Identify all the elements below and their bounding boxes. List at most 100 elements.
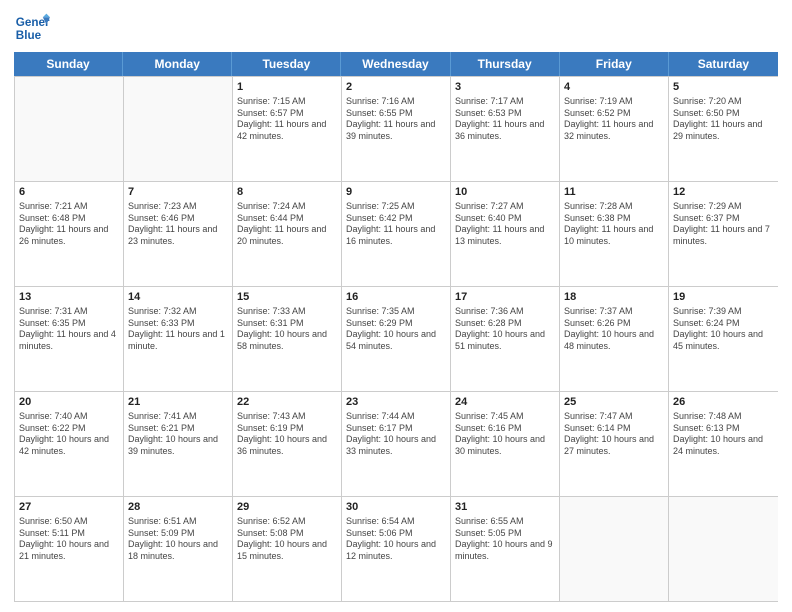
calendar-cell: 15Sunrise: 7:33 AM Sunset: 6:31 PM Dayli… bbox=[233, 287, 342, 391]
day-number: 7 bbox=[128, 185, 228, 200]
day-number: 14 bbox=[128, 290, 228, 305]
cell-info: Sunrise: 7:16 AM Sunset: 6:55 PM Dayligh… bbox=[346, 96, 446, 143]
calendar-cell: 26Sunrise: 7:48 AM Sunset: 6:13 PM Dayli… bbox=[669, 392, 778, 496]
cell-info: Sunrise: 7:32 AM Sunset: 6:33 PM Dayligh… bbox=[128, 306, 228, 353]
calendar-row-3: 20Sunrise: 7:40 AM Sunset: 6:22 PM Dayli… bbox=[15, 391, 778, 496]
cell-info: Sunrise: 7:19 AM Sunset: 6:52 PM Dayligh… bbox=[564, 96, 664, 143]
cell-info: Sunrise: 7:33 AM Sunset: 6:31 PM Dayligh… bbox=[237, 306, 337, 353]
calendar-cell: 21Sunrise: 7:41 AM Sunset: 6:21 PM Dayli… bbox=[124, 392, 233, 496]
cell-info: Sunrise: 6:51 AM Sunset: 5:09 PM Dayligh… bbox=[128, 516, 228, 563]
day-number: 18 bbox=[564, 290, 664, 305]
day-number: 24 bbox=[455, 395, 555, 410]
calendar-cell: 4Sunrise: 7:19 AM Sunset: 6:52 PM Daylig… bbox=[560, 77, 669, 181]
cell-info: Sunrise: 7:28 AM Sunset: 6:38 PM Dayligh… bbox=[564, 201, 664, 248]
day-header-saturday: Saturday bbox=[669, 52, 778, 76]
cell-info: Sunrise: 7:27 AM Sunset: 6:40 PM Dayligh… bbox=[455, 201, 555, 248]
day-number: 17 bbox=[455, 290, 555, 305]
day-number: 30 bbox=[346, 500, 446, 515]
cell-info: Sunrise: 7:23 AM Sunset: 6:46 PM Dayligh… bbox=[128, 201, 228, 248]
day-number: 21 bbox=[128, 395, 228, 410]
calendar-cell: 30Sunrise: 6:54 AM Sunset: 5:06 PM Dayli… bbox=[342, 497, 451, 601]
day-number: 11 bbox=[564, 185, 664, 200]
logo-icon: General Blue bbox=[14, 10, 50, 46]
day-header-thursday: Thursday bbox=[451, 52, 560, 76]
day-number: 10 bbox=[455, 185, 555, 200]
cell-info: Sunrise: 7:44 AM Sunset: 6:17 PM Dayligh… bbox=[346, 411, 446, 458]
calendar-cell bbox=[669, 497, 778, 601]
calendar-cell: 14Sunrise: 7:32 AM Sunset: 6:33 PM Dayli… bbox=[124, 287, 233, 391]
calendar-row-1: 6Sunrise: 7:21 AM Sunset: 6:48 PM Daylig… bbox=[15, 181, 778, 286]
calendar-cell: 12Sunrise: 7:29 AM Sunset: 6:37 PM Dayli… bbox=[669, 182, 778, 286]
calendar-cell: 23Sunrise: 7:44 AM Sunset: 6:17 PM Dayli… bbox=[342, 392, 451, 496]
calendar-cell: 31Sunrise: 6:55 AM Sunset: 5:05 PM Dayli… bbox=[451, 497, 560, 601]
day-number: 19 bbox=[673, 290, 774, 305]
day-number: 27 bbox=[19, 500, 119, 515]
cell-info: Sunrise: 7:31 AM Sunset: 6:35 PM Dayligh… bbox=[19, 306, 119, 353]
cell-info: Sunrise: 7:20 AM Sunset: 6:50 PM Dayligh… bbox=[673, 96, 774, 143]
cell-info: Sunrise: 7:29 AM Sunset: 6:37 PM Dayligh… bbox=[673, 201, 774, 248]
header: General Blue bbox=[14, 10, 778, 46]
day-number: 20 bbox=[19, 395, 119, 410]
calendar-body: 1Sunrise: 7:15 AM Sunset: 6:57 PM Daylig… bbox=[14, 76, 778, 602]
cell-info: Sunrise: 7:24 AM Sunset: 6:44 PM Dayligh… bbox=[237, 201, 337, 248]
day-number: 1 bbox=[237, 80, 337, 95]
calendar-cell: 18Sunrise: 7:37 AM Sunset: 6:26 PM Dayli… bbox=[560, 287, 669, 391]
calendar-row-4: 27Sunrise: 6:50 AM Sunset: 5:11 PM Dayli… bbox=[15, 496, 778, 601]
calendar-cell: 10Sunrise: 7:27 AM Sunset: 6:40 PM Dayli… bbox=[451, 182, 560, 286]
day-header-wednesday: Wednesday bbox=[341, 52, 450, 76]
cell-info: Sunrise: 7:36 AM Sunset: 6:28 PM Dayligh… bbox=[455, 306, 555, 353]
calendar-cell: 2Sunrise: 7:16 AM Sunset: 6:55 PM Daylig… bbox=[342, 77, 451, 181]
cell-info: Sunrise: 7:40 AM Sunset: 6:22 PM Dayligh… bbox=[19, 411, 119, 458]
day-number: 13 bbox=[19, 290, 119, 305]
cell-info: Sunrise: 7:35 AM Sunset: 6:29 PM Dayligh… bbox=[346, 306, 446, 353]
day-number: 26 bbox=[673, 395, 774, 410]
day-number: 5 bbox=[673, 80, 774, 95]
calendar-row-2: 13Sunrise: 7:31 AM Sunset: 6:35 PM Dayli… bbox=[15, 286, 778, 391]
calendar-cell: 1Sunrise: 7:15 AM Sunset: 6:57 PM Daylig… bbox=[233, 77, 342, 181]
day-header-tuesday: Tuesday bbox=[232, 52, 341, 76]
calendar-cell: 3Sunrise: 7:17 AM Sunset: 6:53 PM Daylig… bbox=[451, 77, 560, 181]
svg-text:Blue: Blue bbox=[16, 29, 42, 42]
calendar-cell: 6Sunrise: 7:21 AM Sunset: 6:48 PM Daylig… bbox=[15, 182, 124, 286]
cell-info: Sunrise: 6:52 AM Sunset: 5:08 PM Dayligh… bbox=[237, 516, 337, 563]
day-number: 15 bbox=[237, 290, 337, 305]
cell-info: Sunrise: 7:25 AM Sunset: 6:42 PM Dayligh… bbox=[346, 201, 446, 248]
day-number: 23 bbox=[346, 395, 446, 410]
calendar-cell: 7Sunrise: 7:23 AM Sunset: 6:46 PM Daylig… bbox=[124, 182, 233, 286]
cell-info: Sunrise: 7:15 AM Sunset: 6:57 PM Dayligh… bbox=[237, 96, 337, 143]
cell-info: Sunrise: 7:41 AM Sunset: 6:21 PM Dayligh… bbox=[128, 411, 228, 458]
cell-info: Sunrise: 7:47 AM Sunset: 6:14 PM Dayligh… bbox=[564, 411, 664, 458]
calendar-cell bbox=[124, 77, 233, 181]
calendar-header: SundayMondayTuesdayWednesdayThursdayFrid… bbox=[14, 52, 778, 76]
calendar-cell: 29Sunrise: 6:52 AM Sunset: 5:08 PM Dayli… bbox=[233, 497, 342, 601]
day-number: 29 bbox=[237, 500, 337, 515]
cell-info: Sunrise: 7:37 AM Sunset: 6:26 PM Dayligh… bbox=[564, 306, 664, 353]
day-number: 3 bbox=[455, 80, 555, 95]
cell-info: Sunrise: 7:45 AM Sunset: 6:16 PM Dayligh… bbox=[455, 411, 555, 458]
day-number: 12 bbox=[673, 185, 774, 200]
day-number: 25 bbox=[564, 395, 664, 410]
calendar-cell: 11Sunrise: 7:28 AM Sunset: 6:38 PM Dayli… bbox=[560, 182, 669, 286]
day-number: 2 bbox=[346, 80, 446, 95]
cell-info: Sunrise: 7:39 AM Sunset: 6:24 PM Dayligh… bbox=[673, 306, 774, 353]
calendar-cell: 8Sunrise: 7:24 AM Sunset: 6:44 PM Daylig… bbox=[233, 182, 342, 286]
calendar-cell: 24Sunrise: 7:45 AM Sunset: 6:16 PM Dayli… bbox=[451, 392, 560, 496]
cell-info: Sunrise: 7:21 AM Sunset: 6:48 PM Dayligh… bbox=[19, 201, 119, 248]
day-header-sunday: Sunday bbox=[14, 52, 123, 76]
day-number: 8 bbox=[237, 185, 337, 200]
calendar-cell: 27Sunrise: 6:50 AM Sunset: 5:11 PM Dayli… bbox=[15, 497, 124, 601]
calendar-cell: 20Sunrise: 7:40 AM Sunset: 6:22 PM Dayli… bbox=[15, 392, 124, 496]
cell-info: Sunrise: 6:55 AM Sunset: 5:05 PM Dayligh… bbox=[455, 516, 555, 563]
calendar: SundayMondayTuesdayWednesdayThursdayFrid… bbox=[14, 52, 778, 602]
calendar-cell: 22Sunrise: 7:43 AM Sunset: 6:19 PM Dayli… bbox=[233, 392, 342, 496]
cell-info: Sunrise: 6:50 AM Sunset: 5:11 PM Dayligh… bbox=[19, 516, 119, 563]
calendar-cell: 17Sunrise: 7:36 AM Sunset: 6:28 PM Dayli… bbox=[451, 287, 560, 391]
cell-info: Sunrise: 7:48 AM Sunset: 6:13 PM Dayligh… bbox=[673, 411, 774, 458]
calendar-cell: 5Sunrise: 7:20 AM Sunset: 6:50 PM Daylig… bbox=[669, 77, 778, 181]
calendar-cell bbox=[15, 77, 124, 181]
day-number: 6 bbox=[19, 185, 119, 200]
calendar-cell: 19Sunrise: 7:39 AM Sunset: 6:24 PM Dayli… bbox=[669, 287, 778, 391]
logo: General Blue bbox=[14, 10, 50, 46]
day-header-monday: Monday bbox=[123, 52, 232, 76]
day-number: 4 bbox=[564, 80, 664, 95]
